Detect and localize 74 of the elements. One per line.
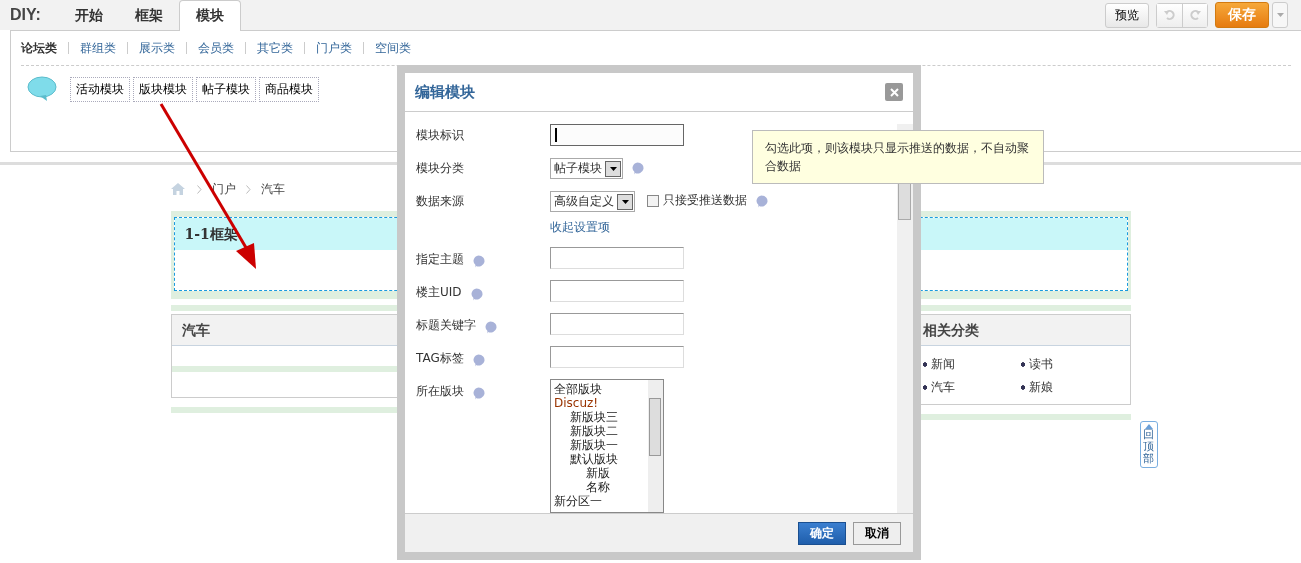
redo-icon [1189, 9, 1201, 21]
chevron-icon [245, 184, 251, 194]
chevron-icon [196, 184, 202, 194]
help-icon[interactable] [484, 321, 497, 334]
confirm-button[interactable]: 确定 [798, 521, 846, 545]
diy-label: DIY: [10, 6, 41, 24]
category-tab[interactable]: 门户类 [316, 39, 352, 57]
field-label: 指定主题 [416, 250, 464, 268]
save-options-button[interactable] [1272, 2, 1288, 28]
undo-icon [1163, 9, 1176, 21]
dropdown[interactable]: 帖子模块 [550, 158, 623, 179]
checkbox[interactable] [647, 195, 659, 207]
tooltip: 勾选此项，则该模块只显示推送的数据，不自动聚合数据 [752, 130, 1044, 184]
text-field[interactable] [550, 313, 684, 335]
text-field[interactable] [550, 346, 684, 368]
diy-tab[interactable]: 框架 [118, 2, 179, 30]
forum-option[interactable]: 名称 [554, 480, 648, 494]
scrollbar[interactable] [648, 380, 663, 512]
checkbox-label[interactable]: 只接受推送数据 [663, 192, 747, 209]
up-arrow-icon [1144, 424, 1153, 429]
home-icon[interactable] [170, 183, 185, 195]
close-button[interactable] [885, 83, 903, 101]
field-label: 模块标识 [416, 127, 464, 144]
breadcrumb-link[interactable]: 汽车 [260, 180, 285, 198]
category-tab[interactable]: 展示类 [139, 39, 175, 57]
box-title: 相关分类 [922, 322, 979, 338]
forum-option[interactable]: 新版块一 [554, 438, 648, 452]
back-to-top-button[interactable]: 回顶部 [1139, 421, 1158, 469]
collapse-settings-link[interactable]: 收起设置项 [550, 219, 610, 236]
caret-icon [1276, 13, 1284, 17]
help-icon[interactable] [469, 288, 483, 301]
help-icon[interactable] [472, 387, 485, 400]
forum-option[interactable]: 全部版块 [554, 382, 648, 396]
field-label: 模块分类 [416, 160, 464, 177]
dropdown[interactable]: 高级自定义 [550, 191, 635, 212]
field-label: 所在版块 [416, 382, 464, 400]
help-icon[interactable] [755, 195, 768, 208]
category-tab[interactable]: 群组类 [80, 39, 116, 57]
category-tab[interactable]: 论坛类 [21, 39, 57, 57]
forum-option[interactable]: 默认版块 [554, 452, 648, 466]
field-label: 楼主UID [416, 283, 462, 301]
diy-tab[interactable]: 模块 [178, 0, 241, 31]
field-label: 标题关键字 [416, 316, 476, 334]
diy-tab[interactable]: 开始 [58, 2, 119, 30]
module-button[interactable]: 版块模块 [133, 76, 193, 102]
undo-button[interactable] [1157, 3, 1182, 27]
text-field[interactable] [550, 124, 684, 146]
dialog-title: 编辑模块 [415, 82, 475, 102]
box-title: 汽车 [181, 322, 210, 338]
help-icon[interactable] [471, 354, 485, 367]
preview-button[interactable]: 预览 [1105, 2, 1149, 28]
redo-button[interactable] [1182, 3, 1207, 27]
forum-option[interactable]: 新分区一 [554, 494, 648, 508]
cancel-button[interactable]: 取消 [853, 521, 901, 545]
module-button[interactable]: 帖子模块 [196, 76, 256, 102]
forum-option[interactable]: 新版块二 [554, 424, 648, 438]
speech-bubble-icon [27, 76, 57, 102]
module-button[interactable]: 活动模块 [70, 76, 130, 102]
help-icon[interactable] [631, 162, 644, 175]
forum-option[interactable]: 新版 [554, 466, 648, 480]
forum-option[interactable]: Discuz! [554, 396, 648, 410]
caret-icon [621, 199, 629, 204]
text-field[interactable] [550, 280, 684, 302]
close-icon [889, 87, 899, 97]
forum-option[interactable]: 新版块三 [554, 410, 648, 424]
field-label: 数据来源 [416, 193, 464, 210]
category-tab[interactable]: 其它类 [257, 39, 293, 57]
category-tab[interactable]: 空间类 [375, 39, 411, 57]
field-label: TAG标签 [416, 349, 464, 367]
category-tab[interactable]: 会员类 [198, 39, 234, 57]
module-button[interactable]: 商品模块 [259, 76, 319, 102]
text-field[interactable] [550, 247, 684, 269]
help-icon[interactable] [472, 255, 485, 268]
forum-listbox[interactable]: 全部版块 Discuz! 新版块三 新版块二 新版块一 默认版块 新版 名称 新分区一 [550, 379, 664, 513]
